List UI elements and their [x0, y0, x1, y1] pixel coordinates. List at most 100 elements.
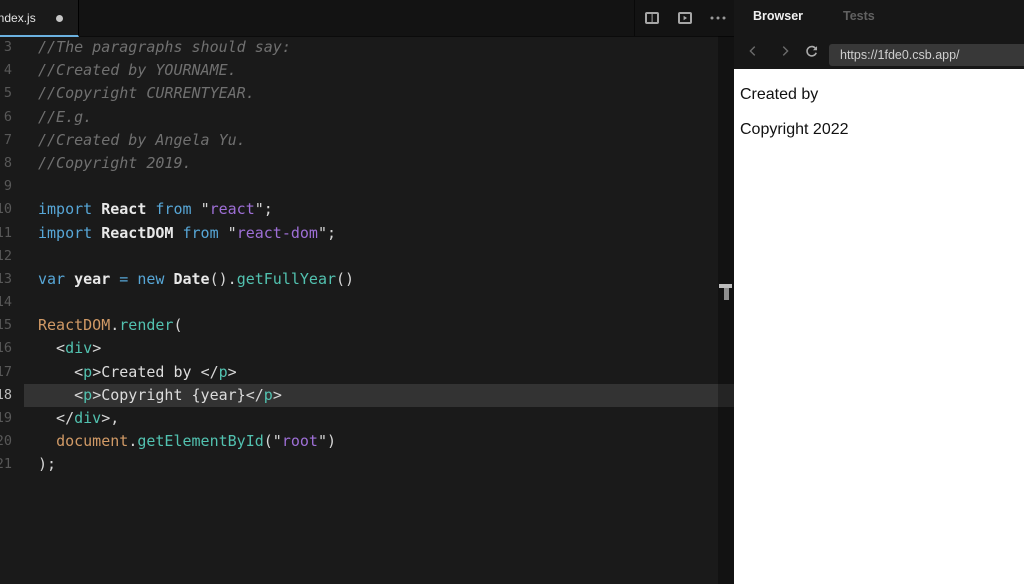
url-text: https://1fde0.csb.app/: [840, 48, 960, 62]
code-line[interactable]: 9: [0, 175, 734, 198]
url-input[interactable]: https://1fde0.csb.app/: [829, 44, 1024, 66]
code-text: //Created by YOURNAME.: [0, 59, 734, 82]
code-token: ": [227, 223, 237, 242]
code-token: import: [38, 200, 102, 219]
code-line[interactable]: 21);: [0, 453, 734, 476]
code-line[interactable]: 20 document.getElementById("root"): [0, 430, 734, 453]
code-token: render: [119, 316, 174, 335]
code-line[interactable]: 18 <p>Copyright {year}</p>: [0, 383, 734, 407]
chevron-left-icon: [749, 46, 756, 56]
code-token: p: [83, 362, 93, 381]
preview-paragraph: Copyright 2022: [740, 121, 849, 138]
code-token: =: [119, 269, 138, 288]
unsaved-dot-icon[interactable]: [56, 15, 63, 22]
t-handle-stem: [723, 288, 729, 300]
code-line[interactable]: 16 <div>: [0, 337, 734, 360]
code-text: //The paragraphs should say:: [0, 36, 734, 59]
line-number: 6: [3, 108, 12, 125]
code-token: p: [218, 362, 228, 381]
code-token: </: [38, 409, 75, 427]
code-token: >: [92, 339, 102, 358]
code-line[interactable]: 14: [0, 291, 734, 314]
tab-index-js[interactable]: index.js: [0, 0, 79, 37]
ellipsis-icon[interactable]: [709, 9, 727, 27]
pane-resizer[interactable]: [718, 36, 734, 584]
code-token: Date: [173, 269, 210, 288]
code-text: <p>Created by </p>: [0, 361, 734, 384]
code-token: year: [74, 269, 120, 288]
code-lines: 3 //The paragraphs should say: 4 //Created …: [0, 36, 734, 477]
line-number: 17: [0, 363, 12, 380]
code-line[interactable]: 15ReactDOM.render(: [0, 314, 734, 337]
code-token: //Copyright CURRENTYEAR.: [38, 84, 255, 103]
code-token: getElementById: [137, 432, 264, 451]
code-token: </: [200, 362, 219, 381]
code-token: .: [110, 316, 120, 335]
code-line[interactable]: 13var year = new Date().getFullYear(): [0, 268, 734, 291]
code-token: >: [227, 362, 237, 381]
browser-panel: Browser Tests https://1fde0.csb.app/ Cre…: [734, 0, 1024, 584]
code-token: <: [38, 339, 66, 358]
code-token: (: [173, 316, 183, 335]
tab-browser[interactable]: Browser: [753, 0, 803, 32]
code-token: (): [336, 269, 355, 288]
code-token: </: [245, 385, 264, 404]
code-token: //Created by YOURNAME.: [38, 61, 237, 80]
code-editor[interactable]: 3 //The paragraphs should say: 4 //Created …: [0, 36, 734, 584]
refresh-button[interactable]: [800, 40, 822, 62]
code-line[interactable]: 6 //E.g.: [0, 106, 734, 129]
code-token: new: [137, 269, 174, 288]
code-line[interactable]: 19 </div>,: [0, 407, 734, 430]
code-text: document.getElementById("root"): [0, 430, 734, 453]
preview-content: Created by Copyright 2022: [734, 69, 1024, 584]
code-token: <: [38, 385, 84, 404]
code-token: import: [38, 223, 102, 242]
code-line[interactable]: 4 //Created by YOURNAME.: [0, 59, 734, 82]
tab-tests[interactable]: Tests: [843, 0, 875, 32]
code-token: ReactDOM: [101, 223, 183, 242]
split-columns-icon[interactable]: [643, 9, 661, 27]
code-line[interactable]: 17 <p>Created by </p>: [0, 361, 734, 384]
preview-window-icon[interactable]: [676, 9, 694, 27]
code-line[interactable]: 10import React from "react";: [0, 198, 734, 221]
code-token: ";: [317, 223, 337, 242]
editor-pane: index.js: [0, 0, 734, 584]
t-handle-icon[interactable]: [719, 284, 733, 302]
code-text: //Created by Angela Yu.: [0, 129, 734, 152]
line-number: 9: [3, 178, 12, 195]
line-number: 13: [0, 270, 12, 287]
code-token: );: [38, 455, 57, 474]
code-token: document: [56, 432, 129, 451]
code-token: <: [38, 362, 84, 381]
line-number: 19: [0, 410, 12, 426]
code-line[interactable]: 8 //Copyright 2019.: [0, 152, 734, 175]
code-line[interactable]: 3 //The paragraphs should say:: [0, 36, 734, 59]
code-text: //Copyright 2019.: [0, 152, 734, 175]
code-line[interactable]: 11import ReactDOM from "react-dom";: [0, 222, 734, 245]
tab-label: index.js: [0, 11, 36, 25]
code-line[interactable]: 12: [0, 245, 734, 268]
code-line[interactable]: 7 //Created by Angela Yu.: [0, 129, 734, 152]
code-text: //E.g.: [0, 106, 734, 129]
code-token: >: [272, 385, 282, 404]
code-token: getFullYear: [236, 269, 337, 288]
line-number: 14: [0, 294, 12, 311]
code-text: </div>,: [0, 407, 734, 430]
line-number: 5: [3, 85, 12, 102]
line-number: 10: [0, 201, 12, 218]
code-token: p: [263, 385, 273, 404]
chevron-right-icon: [782, 46, 789, 56]
code-token: from: [182, 223, 228, 242]
back-button[interactable]: [742, 40, 764, 62]
line-number: 12: [0, 247, 12, 264]
codesandbox-window: index.js: [0, 0, 1024, 584]
code-token: //Created by Angela Yu.: [38, 130, 246, 149]
code-token: //The paragraphs should say:: [38, 38, 291, 56]
code-token: react: [209, 200, 255, 219]
forward-button[interactable]: [774, 40, 796, 62]
code-text: ReactDOM.render(: [0, 314, 734, 337]
line-number: 16: [0, 340, 12, 357]
code-line[interactable]: 5 //Copyright CURRENTYEAR.: [0, 82, 734, 105]
line-number: 7: [3, 131, 12, 148]
